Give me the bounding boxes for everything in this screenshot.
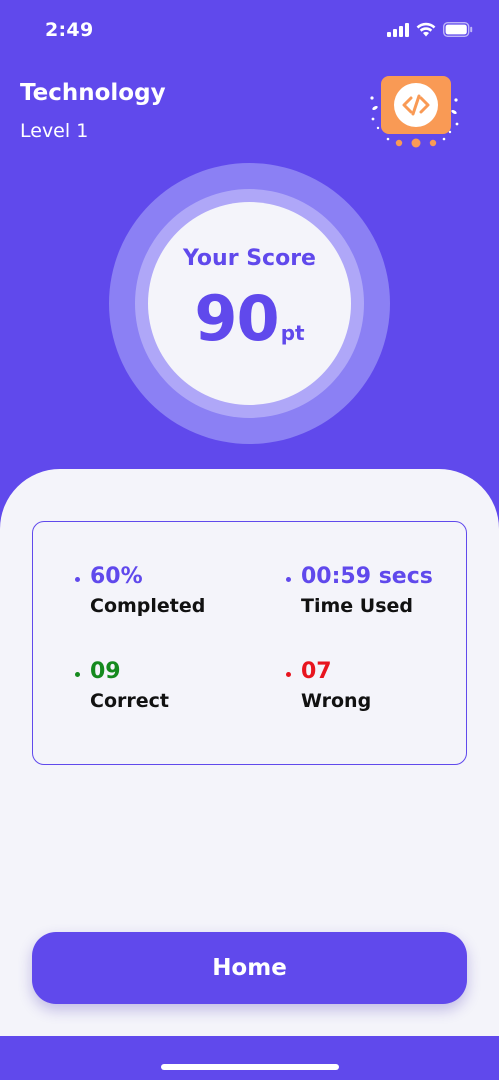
home-button[interactable]: Home	[32, 932, 467, 1004]
stat-bullet	[75, 672, 80, 677]
stat-bullet	[286, 577, 291, 582]
stat-label: Completed	[90, 595, 206, 617]
stat-time-used: 00:59 secs Time Used	[286, 564, 433, 617]
score-heading: Your Score	[183, 246, 316, 271]
score-display: 90 pt	[148, 282, 351, 355]
category-title: Technology	[20, 80, 166, 106]
stat-value: 60%	[90, 564, 143, 589]
quiz-result-screen: 2:49 Technology Level 1 Your Score 90 pt…	[0, 0, 499, 1080]
stat-label: Time Used	[301, 595, 413, 617]
level-label: Level 1	[20, 120, 89, 142]
status-time: 2:49	[45, 19, 94, 41]
stat-value: 00:59 secs	[301, 564, 433, 589]
stat-label: Correct	[90, 690, 169, 712]
battery-icon	[443, 22, 473, 37]
wifi-icon	[416, 22, 436, 37]
cellular-signal-icon	[387, 22, 409, 37]
status-bar: 2:49	[0, 0, 499, 60]
status-icons	[387, 22, 473, 37]
stat-bullet	[286, 672, 291, 677]
score-value: 90	[194, 282, 279, 355]
stat-label: Wrong	[301, 690, 372, 712]
stat-bullet	[75, 577, 80, 582]
stat-wrong: 07 Wrong	[286, 659, 372, 712]
home-indicator[interactable]	[161, 1064, 339, 1070]
stat-value: 07	[301, 659, 332, 684]
score-unit: pt	[280, 321, 305, 345]
stat-correct: 09 Correct	[75, 659, 169, 712]
code-icon	[370, 76, 459, 148]
stat-completed: 60% Completed	[75, 564, 206, 617]
stat-value: 09	[90, 659, 121, 684]
stats-card: 60% Completed 00:59 secs Time Used 09 Co…	[32, 521, 467, 765]
